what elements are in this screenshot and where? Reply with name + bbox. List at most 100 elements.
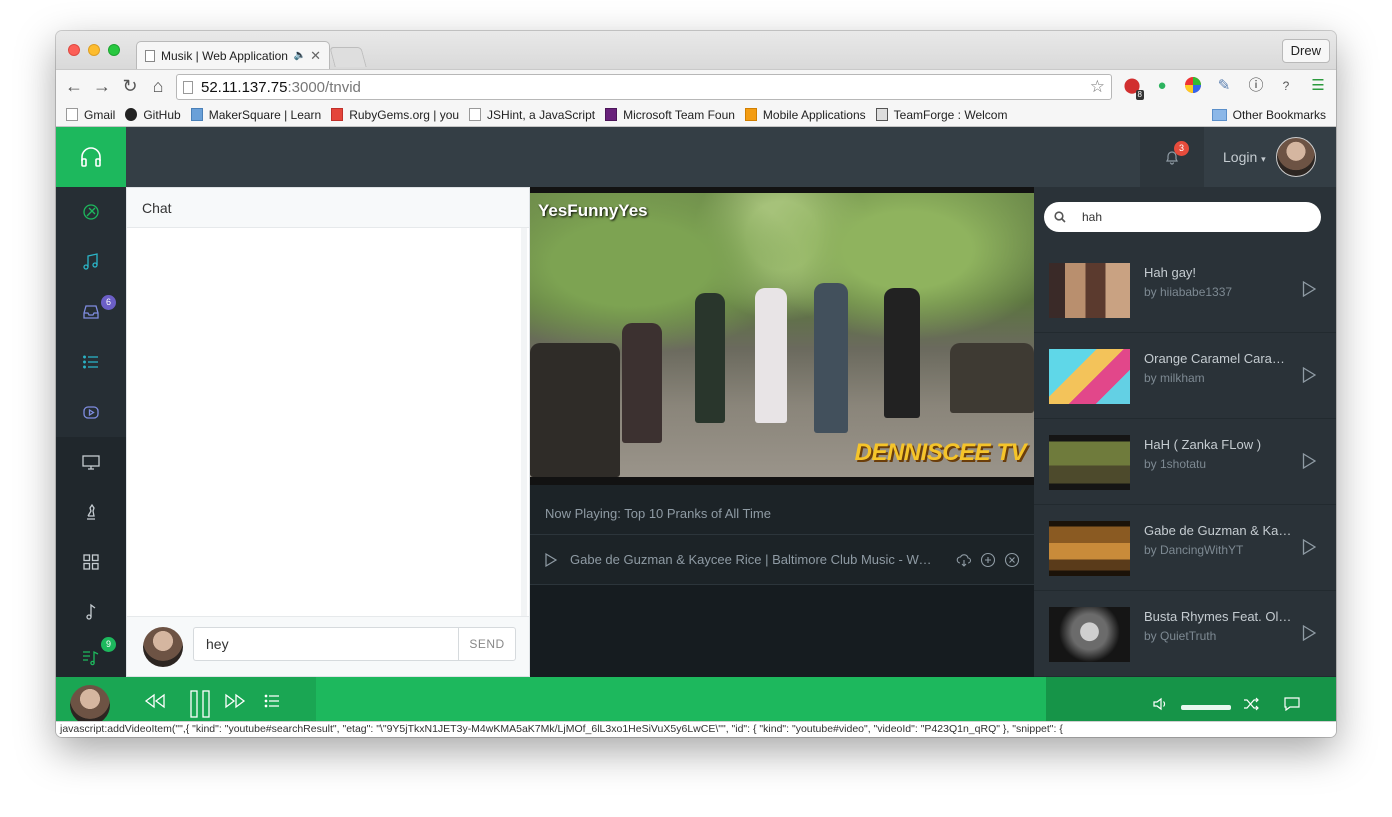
result-channel: by QuietTruth [1144, 629, 1217, 643]
chat-panel: Chat hey SEND [126, 187, 530, 677]
result-channel: by DancingWithYT [1144, 543, 1244, 557]
other-bookmarks-label: Other Bookmarks [1232, 107, 1326, 122]
sidebar-item-discover[interactable] [56, 187, 126, 237]
tools-extension-icon[interactable]: ✎ [1214, 76, 1234, 96]
bookmark-item[interactable]: RubyGems.org | you [331, 108, 459, 122]
player-panel: YesFunnyYes DENNISCEE TV Now Playing: To… [530, 187, 1034, 677]
volume-slider[interactable] [1181, 705, 1231, 710]
evernote-extension-icon[interactable]: ● [1152, 76, 1172, 96]
home-icon[interactable]: ⌂ [144, 76, 172, 97]
sidebar-item-games[interactable] [56, 487, 126, 537]
sidebar-item-queue[interactable]: 9 [56, 637, 126, 677]
progress-track[interactable] [316, 677, 1046, 721]
search-result[interactable]: Hah gay! by hiiababe1337 [1034, 247, 1336, 333]
sidebar-item-inbox[interactable]: 6 [56, 287, 126, 337]
play-icon[interactable] [1302, 625, 1316, 641]
search-field[interactable]: hah [1044, 202, 1321, 232]
rewind-icon[interactable] [144, 693, 166, 709]
chat-bubble-icon[interactable] [1284, 697, 1300, 711]
play-icon[interactable] [1302, 367, 1316, 383]
play-icon[interactable] [1302, 453, 1316, 469]
headphones-logo-icon[interactable] [56, 127, 126, 187]
sidebar-item-tv[interactable] [56, 437, 126, 487]
close-tab-icon[interactable]: ✕ [310, 48, 321, 64]
adblock-extension-icon[interactable]: ⬤ 8 [1122, 76, 1144, 100]
video-player[interactable]: YesFunnyYes DENNISCEE TV [530, 187, 1034, 485]
notifications-button[interactable]: 3 [1140, 127, 1204, 187]
remove-circle-icon[interactable] [1004, 552, 1020, 568]
playlist-item[interactable]: Gabe de Guzman & Kaycee Rice | Baltimore… [530, 535, 1034, 585]
search-result[interactable]: HaH ( Zanka FLow ) by 1shotatu [1034, 419, 1336, 505]
reload-icon[interactable]: ↻ [116, 76, 144, 97]
play-icon[interactable] [1302, 281, 1316, 297]
close-window-button[interactable] [68, 44, 80, 56]
bookmark-item[interactable]: Gmail [66, 108, 115, 122]
result-title: Orange Caramel Caramel Catalog [1144, 351, 1292, 366]
fast-forward-icon[interactable] [224, 693, 246, 709]
forward-icon[interactable]: → [88, 76, 116, 97]
browser-tab[interactable]: Musik | Web Application 🔈 ✕ [136, 41, 330, 69]
github-icon [125, 108, 138, 121]
login-dropdown[interactable]: Login ▾ [1223, 149, 1266, 165]
playlist-item-title: Gabe de Guzman & Kaycee Rice | Baltimore… [570, 552, 938, 567]
bookmark-label: Gmail [84, 107, 116, 122]
playlist-empty-area [530, 585, 1034, 677]
chat-scrollbar[interactable] [521, 228, 527, 616]
back-icon[interactable]: ← [60, 76, 88, 97]
page-icon [469, 108, 482, 121]
bookmark-item[interactable]: Microsoft Team Foun [605, 108, 735, 122]
zoom-window-button[interactable] [108, 44, 120, 56]
search-result[interactable]: Gabe de Guzman & Kaycee Rice by DancingW… [1034, 505, 1336, 591]
menu-icon[interactable]: ☰ [1308, 76, 1328, 96]
result-thumbnail [1049, 435, 1130, 490]
search-result[interactable]: Busta Rhymes Feat. Ol' Dirty Bastard by … [1034, 591, 1336, 677]
playlist-music-icon [83, 650, 99, 666]
shuffle-icon[interactable] [1243, 697, 1259, 711]
minimize-window-button[interactable] [88, 44, 100, 56]
play-icon[interactable] [1302, 539, 1316, 555]
result-thumbnail [1049, 349, 1130, 404]
color-picker-extension-icon[interactable] [1184, 76, 1204, 96]
user-avatar[interactable] [1276, 137, 1316, 177]
address-bar[interactable]: 52.11.137.75:3000/tnvid ☆ [176, 74, 1112, 100]
sidebar-item-single-note[interactable] [56, 587, 126, 637]
speaker-icon: 🔈 [293, 50, 307, 61]
video-figure [814, 283, 848, 433]
grid-icon [83, 554, 99, 570]
play-icon[interactable] [544, 552, 558, 567]
sidebar-item-list[interactable] [56, 337, 126, 387]
chat-footer: hey SEND [127, 616, 529, 676]
result-channel: by hiiababe1337 [1144, 285, 1233, 299]
video-watermark-top: YesFunnyYes [538, 201, 648, 220]
other-bookmarks-folder[interactable]: Other Bookmarks [1211, 107, 1326, 122]
search-result[interactable]: Orange Caramel Caramel Catalog by milkha… [1034, 333, 1336, 419]
chat-messages[interactable] [127, 228, 522, 616]
profile-button[interactable]: Drew [1281, 39, 1330, 63]
browser-status-bar: javascript:addVideoItem("",{ "kind": "yo… [56, 721, 1336, 737]
bookmark-item[interactable]: Mobile Applications [744, 108, 866, 122]
bookmark-item[interactable]: GitHub [125, 108, 181, 122]
result-title: Hah gay! [1144, 265, 1197, 280]
page-icon [145, 49, 155, 62]
bookmark-label: MakerSquare | Learn [208, 107, 322, 122]
help-extension-icon[interactable]: ? [1276, 76, 1296, 96]
bookmark-item[interactable]: JSHint, a JavaScript [469, 108, 595, 122]
send-button[interactable]: SEND [458, 627, 516, 661]
bookmark-item[interactable]: MakerSquare | Learn [190, 107, 322, 122]
info-extension-icon[interactable]: ⓘ [1246, 76, 1266, 96]
sidebar-item-grid[interactable] [56, 537, 126, 587]
teamforge-icon [875, 108, 888, 121]
bookmark-star-icon[interactable]: ☆ [1090, 77, 1105, 97]
youtube-icon [83, 406, 99, 419]
volume-icon[interactable] [1152, 697, 1168, 711]
sidebar-item-music[interactable] [56, 237, 126, 287]
download-cloud-icon[interactable] [956, 552, 972, 568]
pause-icon[interactable] [189, 689, 211, 719]
queue-list-icon[interactable] [264, 693, 280, 709]
chat-message-input[interactable]: hey [193, 627, 458, 661]
bookmark-item[interactable]: TeamForge : Welcom [875, 108, 1007, 122]
add-circle-icon[interactable] [980, 552, 996, 568]
list-icon [83, 355, 98, 369]
sidebar-item-video[interactable] [56, 387, 126, 437]
new-tab-button[interactable] [329, 47, 367, 67]
